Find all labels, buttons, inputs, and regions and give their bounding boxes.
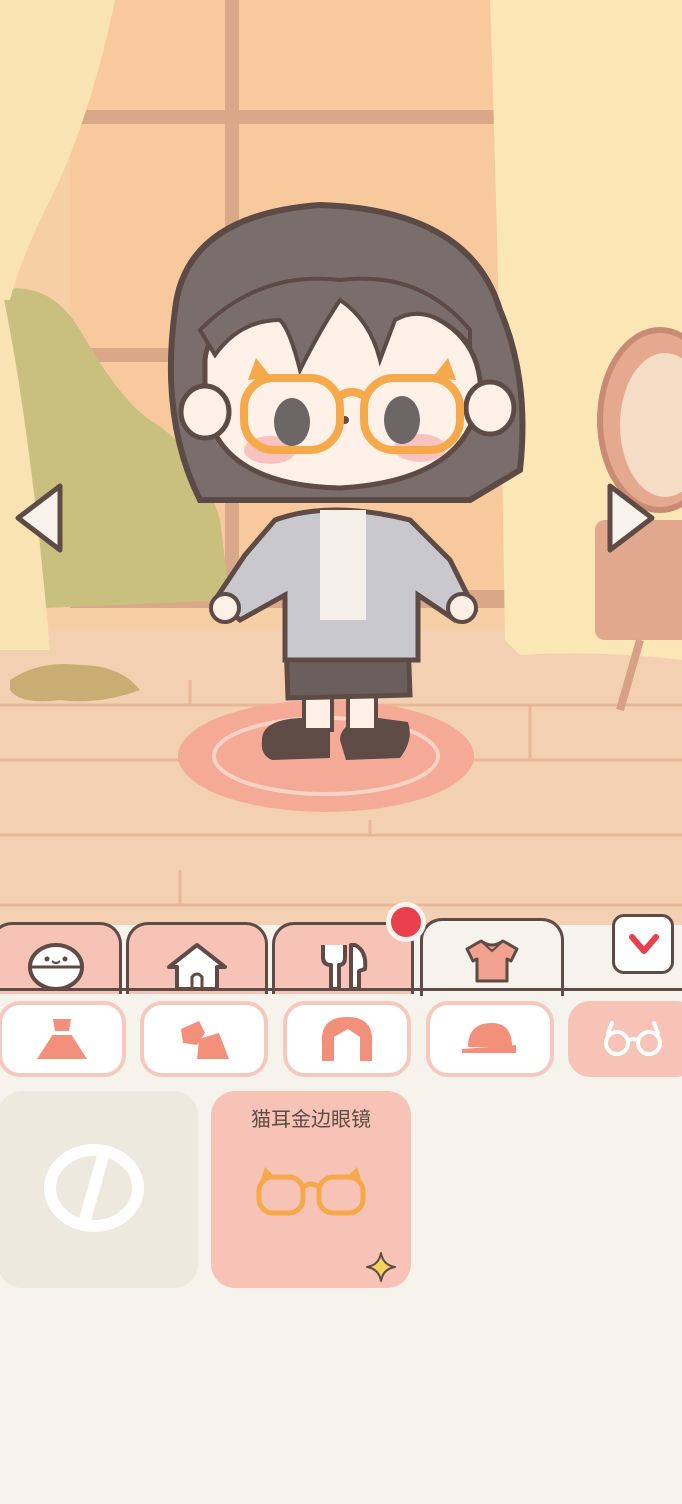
category-hair[interactable] <box>283 1001 411 1077</box>
shoes-icon <box>181 1021 229 1059</box>
collapse-panel-button[interactable] <box>612 914 674 974</box>
chevron-down-icon <box>629 934 659 954</box>
home-icon <box>167 943 227 991</box>
cap-icon <box>462 1023 516 1053</box>
tab-home[interactable] <box>126 922 268 994</box>
category-hat[interactable] <box>426 1001 554 1077</box>
main-tab-bar <box>0 914 682 996</box>
hair-icon <box>321 1017 373 1061</box>
item-name: 猫耳金边眼镜 <box>251 1107 371 1131</box>
sparkle-icon <box>366 1252 396 1282</box>
room-illustration <box>0 0 682 925</box>
no-item-icon <box>44 1144 144 1232</box>
category-dress[interactable] <box>0 1001 126 1077</box>
face-icon <box>28 943 84 991</box>
glasses-icon <box>604 1021 662 1056</box>
right-arrow-icon <box>607 483 655 553</box>
item-cat-ear-glasses[interactable]: 猫耳金边眼镜 <box>211 1091 411 1288</box>
fork-spoon-icon <box>321 943 368 991</box>
tab-face[interactable] <box>0 922 122 994</box>
notification-dot <box>386 902 426 942</box>
dress-icon <box>37 1019 87 1059</box>
previous-arrow-button[interactable] <box>10 478 66 558</box>
item-none[interactable] <box>0 1091 198 1288</box>
next-arrow-button[interactable] <box>604 478 660 558</box>
tab-divider <box>0 988 682 991</box>
tab-clothes[interactable] <box>420 918 564 996</box>
shirt-icon <box>465 939 519 983</box>
cat-ear-glasses-icon <box>256 1167 366 1216</box>
category-glasses[interactable] <box>568 1001 682 1077</box>
category-shoes[interactable] <box>140 1001 268 1077</box>
room-scene <box>0 0 682 925</box>
left-arrow-icon <box>15 483 63 553</box>
